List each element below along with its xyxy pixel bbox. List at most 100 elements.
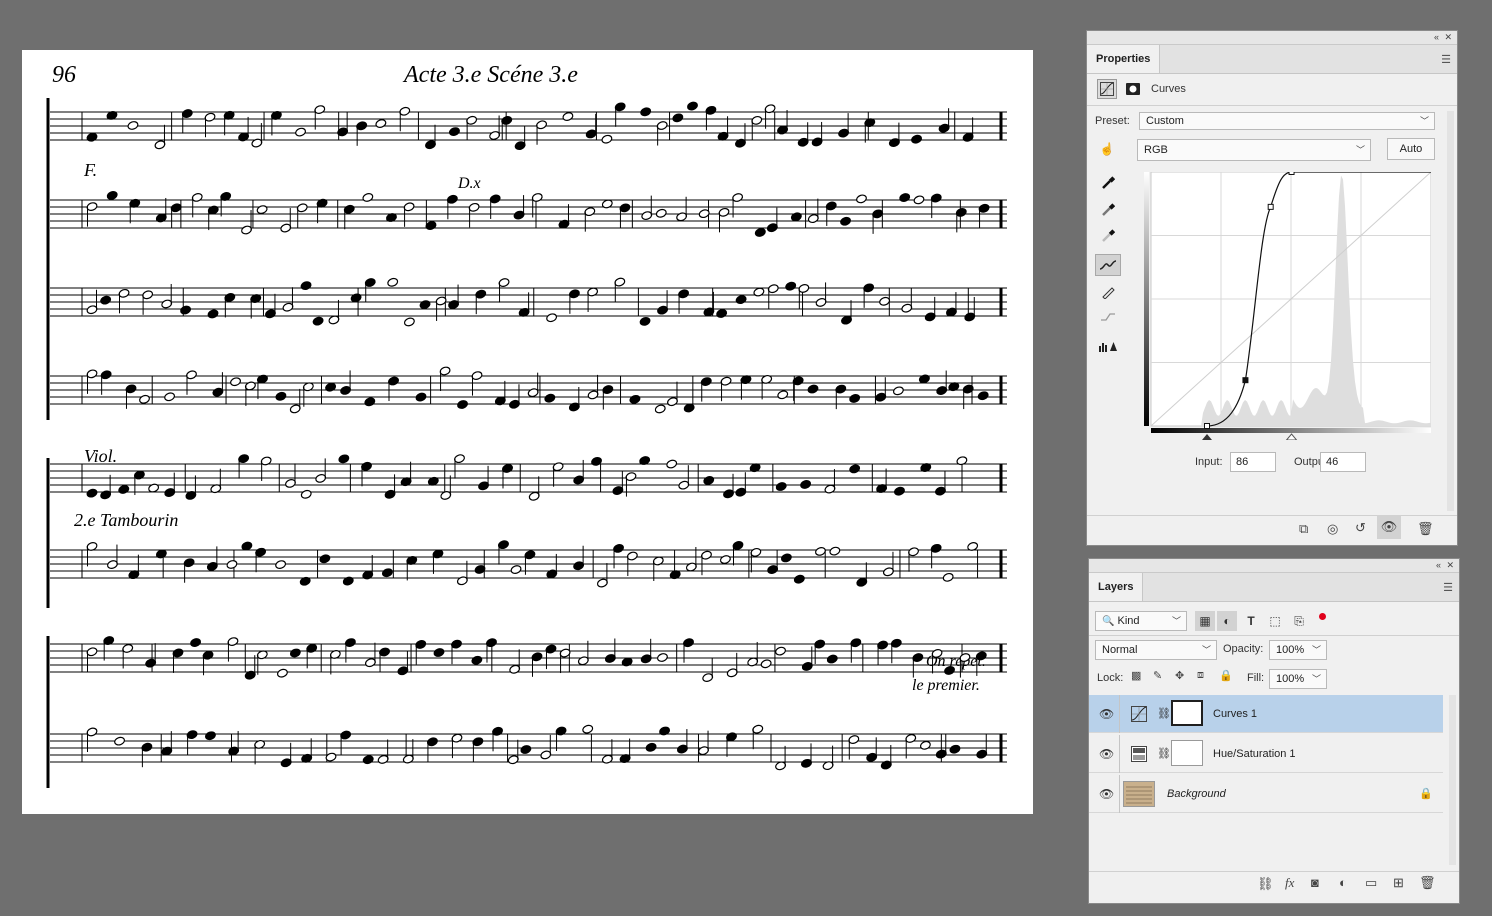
curves-adjustment-icon — [1131, 706, 1147, 725]
chevron-down-icon: ﹀ — [1355, 145, 1365, 155]
link-chain-icon[interactable]: ⛓ — [1157, 747, 1171, 760]
layer-name[interactable]: Hue/Saturation 1 — [1213, 748, 1296, 760]
layer-name[interactable]: Curves 1 — [1213, 708, 1257, 720]
chevron-down-icon: ﹀ — [1171, 616, 1181, 626]
smooth-curve-icon[interactable] — [1095, 306, 1121, 328]
note-head — [180, 305, 192, 315]
lock-label: Lock: — [1097, 672, 1124, 684]
curve-control-point — [1242, 377, 1249, 384]
sample-black-point-icon[interactable] — [1095, 172, 1121, 194]
preset-select[interactable]: Custom ﹀ — [1139, 112, 1435, 130]
targeted-adjustment-icon[interactable]: ☝ — [1097, 139, 1117, 159]
add-mask-icon[interactable]: ◙ — [1311, 875, 1319, 890]
sample-white-point-icon[interactable] — [1095, 225, 1121, 247]
input-field[interactable]: 86 — [1230, 452, 1276, 472]
note-head — [114, 736, 126, 746]
document-canvas[interactable]: 96 Acte 3.e Scéne 3.e F. D.x Viol. 2.e T… — [22, 50, 1033, 814]
channel-select[interactable]: RGB ﹀ — [1137, 139, 1371, 161]
adjustment-name: Curves — [1151, 83, 1186, 95]
filter-kind-select[interactable]: 🔍 Kind ﹀ — [1095, 611, 1187, 631]
layer-style-fx-icon[interactable]: fx — [1285, 875, 1294, 891]
curve-control-point — [1288, 169, 1295, 175]
eye-icon[interactable]: 👁 — [1099, 747, 1114, 761]
tab-properties[interactable]: Properties — [1087, 45, 1161, 73]
layer-image-thumbnail[interactable] — [1123, 781, 1155, 807]
lock-icon[interactable]: 🔒 — [1419, 787, 1433, 800]
reset-icon[interactable]: ↺ — [1355, 520, 1366, 536]
link-layers-icon[interactable]: ⛓ — [1257, 876, 1274, 892]
lock-image-pixels-icon[interactable]: ✎ — [1153, 669, 1162, 682]
eye-icon[interactable]: 👁 — [1099, 787, 1114, 801]
close-icon[interactable]: ✕ — [1446, 559, 1454, 572]
clipping-warning-icon[interactable] — [1095, 335, 1121, 357]
lock-all-icon[interactable]: 🔒 — [1219, 669, 1233, 682]
new-group-folder-icon[interactable]: ▭ — [1365, 875, 1377, 891]
new-layer-icon[interactable]: ⊞ — [1393, 875, 1404, 891]
sample-gray-point-icon[interactable] — [1095, 199, 1121, 221]
filter-type-icon[interactable]: T — [1241, 611, 1261, 631]
output-field[interactable]: 46 — [1320, 452, 1366, 472]
curves-chart[interactable] — [1131, 169, 1432, 441]
layer-row-curves[interactable]: 👁 ⛓ Curves 1 — [1089, 695, 1443, 733]
layer-mask-thumbnail[interactable] — [1171, 700, 1203, 726]
trash-icon[interactable]: 🗑 — [1417, 521, 1434, 537]
opacity-label: Opacity: — [1223, 643, 1264, 655]
collapse-icon[interactable]: « — [1436, 559, 1441, 572]
black-point-slider — [1202, 434, 1212, 440]
note-head — [716, 309, 728, 318]
layer-mask-icon[interactable] — [1123, 79, 1143, 99]
new-adjustment-layer-icon[interactable]: ◐ — [1339, 875, 1347, 890]
blend-mode-value: Normal — [1102, 644, 1138, 656]
curves-graph[interactable] — [1131, 169, 1432, 441]
layer-name[interactable]: Background — [1167, 788, 1226, 800]
hue-saturation-adjustment-icon — [1131, 746, 1147, 765]
note-head — [106, 191, 118, 200]
trash-icon[interactable]: 🗑 — [1419, 875, 1436, 891]
layer-row-background[interactable]: 👁 Background 🔒 — [1089, 775, 1443, 813]
lock-position-icon[interactable]: ✥ — [1175, 669, 1184, 682]
note-head — [190, 638, 202, 647]
view-previous-state-icon[interactable]: ◎ — [1327, 521, 1338, 537]
score-label-first: le premier. — [912, 677, 980, 694]
layer-mask-thumbnail[interactable] — [1171, 740, 1203, 766]
note-head — [86, 488, 98, 498]
layer-row-hue-saturation[interactable]: 👁 ⛓ Hue/Saturation 1 — [1089, 735, 1443, 773]
note-head — [362, 193, 374, 202]
filter-toggle-dot[interactable] — [1319, 613, 1326, 620]
auto-button[interactable]: Auto — [1387, 138, 1435, 160]
tab-layers[interactable]: Layers — [1089, 573, 1144, 601]
blend-mode-select[interactable]: Normal ﹀ — [1095, 640, 1217, 660]
note-head — [775, 646, 786, 656]
divider — [1087, 515, 1457, 516]
note-head — [100, 295, 112, 305]
panel-menu-icon[interactable]: ☰ — [1441, 53, 1451, 66]
edit-points-curve-icon[interactable] — [1095, 254, 1121, 276]
fill-field[interactable]: 100% ﹀ — [1269, 669, 1327, 689]
filter-smart-object-icon[interactable]: ⎘ — [1289, 611, 1309, 631]
lock-artboard-icon[interactable]: ⧈ — [1197, 669, 1204, 682]
note-head — [295, 127, 307, 137]
visibility-toggle-icon[interactable]: 👁 — [1377, 515, 1401, 539]
layers-scrollbar[interactable] — [1449, 695, 1456, 865]
clip-to-layer-icon[interactable]: ⧉ — [1299, 521, 1308, 537]
filter-pixel-icon[interactable]: ▦ — [1195, 611, 1215, 631]
collapse-icon[interactable]: « — [1434, 31, 1439, 44]
filter-adjustment-icon[interactable]: ◐ — [1217, 611, 1237, 631]
opacity-field[interactable]: 100% ﹀ — [1269, 640, 1327, 660]
note-head — [949, 744, 961, 754]
properties-panel: « ✕ Properties ☰ Curves Preset: Custom ﹀… — [1086, 30, 1458, 546]
note-head — [381, 568, 393, 578]
properties-scrollbar[interactable] — [1447, 111, 1454, 511]
curves-adjustment-icon[interactable] — [1097, 79, 1117, 99]
panel-menu-icon[interactable]: ☰ — [1443, 581, 1453, 594]
note-head — [849, 394, 861, 403]
filter-shape-icon[interactable]: ⬚ — [1265, 611, 1285, 631]
link-chain-icon[interactable]: ⛓ — [1157, 707, 1171, 720]
lock-transparent-pixels-icon[interactable]: ▩ — [1131, 669, 1141, 682]
close-icon[interactable]: ✕ — [1444, 31, 1452, 44]
score-heading: Acte 3.e Scéne 3.e — [402, 62, 578, 88]
note-head — [977, 391, 989, 401]
note-head — [139, 394, 150, 404]
pencil-draw-icon[interactable] — [1095, 281, 1121, 303]
eye-icon[interactable]: 👁 — [1099, 707, 1114, 721]
